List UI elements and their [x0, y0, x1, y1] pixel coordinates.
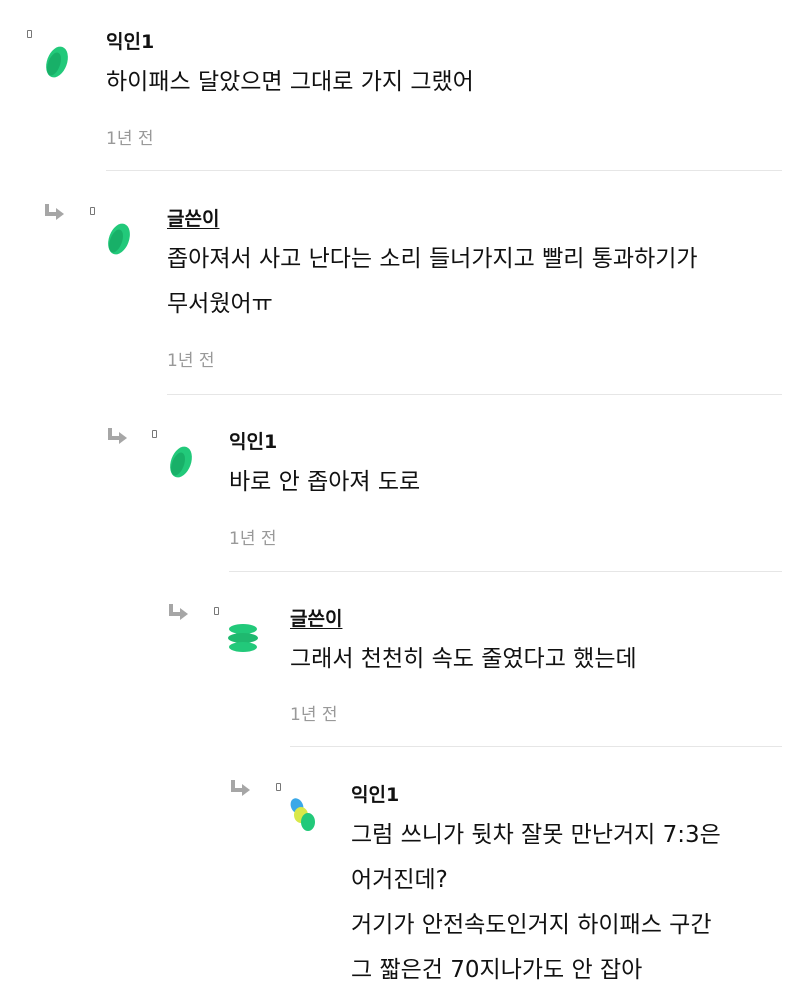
comment-time: 1년 전 — [106, 129, 154, 149]
comment-text: 그럼 쓰니가 뒷차 잘못 만난거지 7:3은 어거진데? 거기가 안전속도인거지… — [351, 813, 721, 993]
level-tag-icon — [90, 207, 95, 215]
level-tag-icon — [27, 30, 32, 38]
comment-time: 1년 전 — [229, 529, 277, 549]
comment-author[interactable]: 글쓴이 — [290, 604, 342, 631]
green-leaf-avatar-icon[interactable] — [164, 442, 198, 482]
level-tag-icon — [214, 607, 219, 615]
comment-line: 어거진데? — [351, 867, 448, 893]
green-leaf-avatar-icon[interactable] — [102, 219, 136, 259]
comment-line: 하이패스 달았으면 그대로 가지 그랬어 — [106, 69, 474, 95]
level-tag-icon — [152, 430, 157, 438]
comment-line: 거기가 안전속도인거지 하이패스 구간 — [351, 912, 712, 938]
comment-author[interactable]: 익인1 — [351, 780, 399, 807]
green-leaf-avatar-icon[interactable] — [40, 42, 74, 82]
comment-text: 하이패스 달았으면 그대로 가지 그랬어 — [106, 60, 474, 105]
comment-line: 그 짧은건 70지나가도 안 잡아 — [351, 957, 643, 983]
reply-arrow-icon — [169, 604, 188, 620]
reply-arrow-icon — [45, 204, 64, 220]
divider — [106, 170, 782, 171]
green-stack-avatar-icon[interactable] — [226, 620, 260, 660]
comment-author[interactable]: 글쓴이 — [167, 204, 219, 231]
comment-line: 그럼 쓰니가 뒷차 잘못 만난거지 7:3은 — [351, 822, 721, 848]
comment-time: 1년 전 — [290, 705, 338, 725]
comment-author[interactable]: 익인1 — [106, 27, 154, 54]
level-tag-icon — [276, 783, 281, 791]
divider — [290, 746, 782, 747]
comment-author[interactable]: 익인1 — [229, 427, 277, 454]
comment-text: 그래서 천천히 속도 줄였다고 했는데 — [290, 637, 637, 682]
comment-text: 바로 안 좁아져 도로 — [229, 460, 420, 505]
comment-line: 그래서 천천히 속도 줄였다고 했는데 — [290, 646, 637, 672]
comment-line: 바로 안 좁아져 도로 — [229, 469, 421, 495]
reply-arrow-icon — [108, 428, 127, 444]
comment-line: 좁아져서 사고 난다는 소리 들너가지고 빨리 통과하기가 — [167, 246, 698, 272]
reply-arrow-icon — [231, 780, 250, 796]
multicolor-blob-avatar-icon[interactable] — [286, 795, 320, 835]
comment-line: 무서웠어ㅠ — [167, 291, 273, 317]
comment-text: 좁아져서 사고 난다는 소리 들너가지고 빨리 통과하기가 무서웠어ㅠ — [167, 237, 698, 327]
comment-time: 1년 전 — [167, 351, 215, 371]
divider — [229, 571, 782, 572]
divider — [167, 394, 782, 395]
